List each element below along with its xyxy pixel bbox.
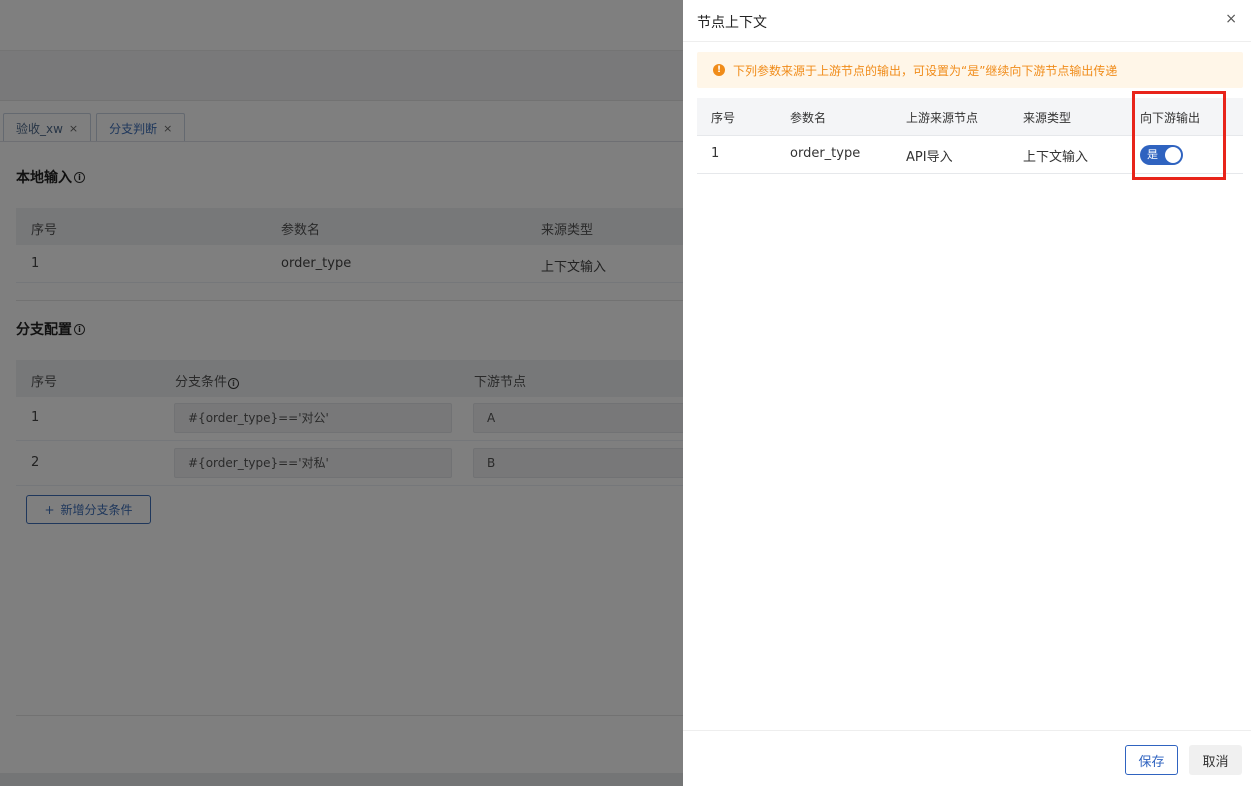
notice-banner: ! 下列参数来源于上游节点的输出，可设置为“是”继续向下游节点输出传递 <box>697 52 1243 88</box>
notice-text: 下列参数来源于上游节点的输出，可设置为“是”继续向下游节点输出传递 <box>733 63 1118 78</box>
warning-icon: ! <box>713 64 725 76</box>
column-header: 参数名 <box>790 111 827 125</box>
table-row: 1 order_type API导入 上下文输入 是 <box>697 136 1243 174</box>
toggle-knob <box>1165 147 1181 163</box>
context-table-header: 序号 参数名 上游来源节点 来源类型 向下游输出 <box>697 98 1243 136</box>
upstream-node: API导入 <box>906 150 953 165</box>
column-header: 向下游输出 <box>1140 111 1201 125</box>
output-downstream-toggle[interactable]: 是 <box>1140 145 1183 165</box>
column-header: 来源类型 <box>1023 111 1072 125</box>
drawer-footer: 保存 取消 <box>683 730 1251 786</box>
drawer-title: 节点上下文 <box>697 15 767 31</box>
close-icon[interactable]: × <box>1225 11 1237 27</box>
save-button[interactable]: 保存 <box>1125 745 1178 775</box>
row-index: 1 <box>711 146 720 161</box>
param-name: order_type <box>790 146 861 161</box>
column-header: 序号 <box>711 111 736 125</box>
toggle-label: 是 <box>1147 148 1158 161</box>
cancel-button[interactable]: 取消 <box>1189 745 1242 775</box>
node-context-drawer: 节点上下文 × ! 下列参数来源于上游节点的输出，可设置为“是”继续向下游节点输… <box>683 0 1251 786</box>
source-type: 上下文输入 <box>1023 150 1089 165</box>
column-header: 上游来源节点 <box>906 111 979 125</box>
drawer-header: 节点上下文 × <box>683 0 1251 42</box>
